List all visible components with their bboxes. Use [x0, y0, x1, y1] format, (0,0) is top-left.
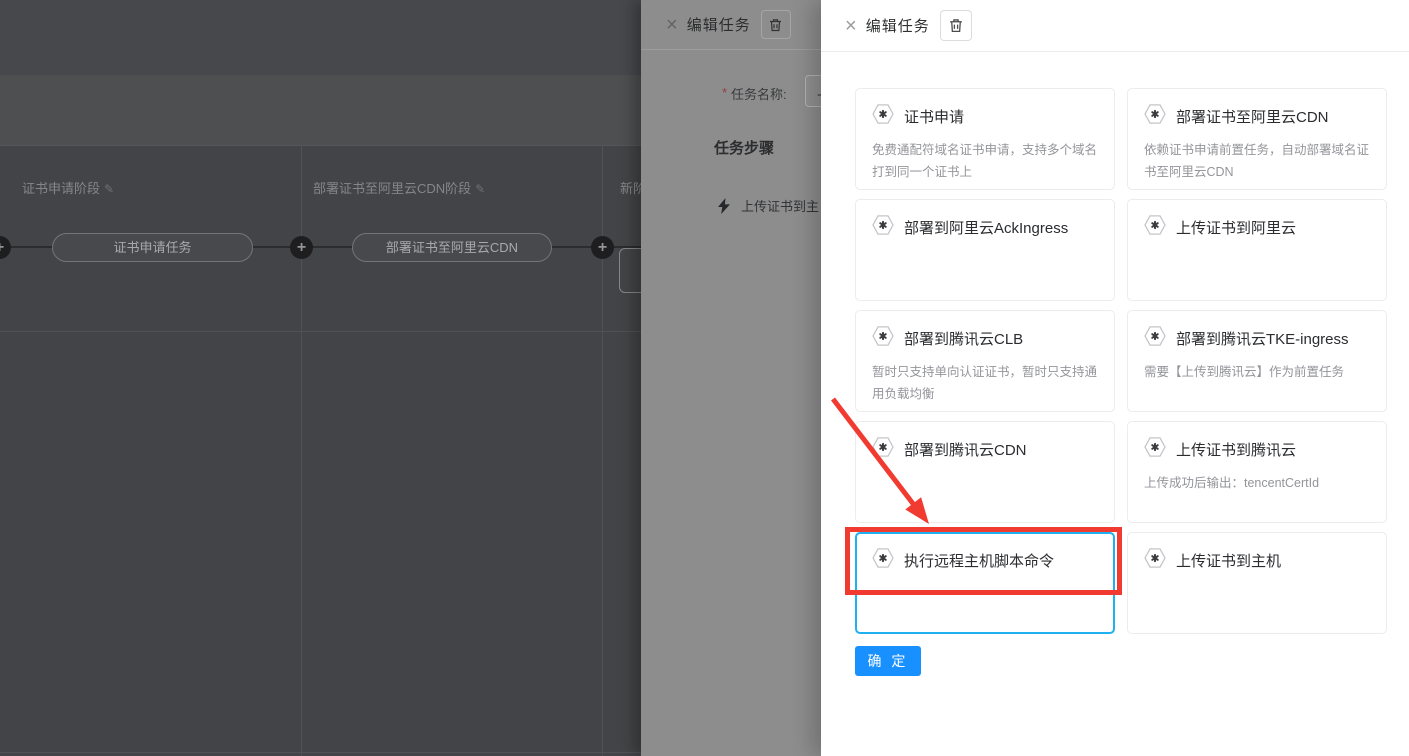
- edit-pencil-icon: ✎: [104, 182, 114, 196]
- task-hexagon-icon: [872, 326, 894, 351]
- task-card-title: 部署到腾讯云CDN: [904, 439, 1027, 460]
- task-hexagon-icon: [1144, 548, 1166, 573]
- task-card[interactable]: 部署到腾讯云CDN: [855, 421, 1115, 523]
- task-hexagon-icon: [872, 548, 894, 573]
- task-card-title: 上传证书到主机: [1176, 550, 1281, 571]
- task-card-head: 执行远程主机脚本命令: [872, 548, 1098, 573]
- task-hexagon-icon: [1144, 437, 1166, 462]
- add-stage-icon: +: [591, 236, 614, 259]
- screenshot-root: 证书申请阶段✎ 部署证书至阿里云CDN阶段✎ 新阶段 证书申请任务 部署证书至阿…: [0, 0, 1409, 756]
- task-card[interactable]: 部署到腾讯云CLB 暂时只支持单向认证证书，暂时只支持通用负载均衡: [855, 310, 1115, 412]
- task-card[interactable]: 证书申请免费通配符域名证书申请，支持多个域名打到同一个证书上: [855, 88, 1115, 190]
- task-card-grid: 证书申请免费通配符域名证书申请，支持多个域名打到同一个证书上部署证书至阿里云CD…: [855, 88, 1387, 634]
- task-card-desc: 上传成功后输出：tencentCertId: [1144, 473, 1370, 495]
- canvas-bottom-divider: [0, 752, 641, 753]
- task-hexagon-icon: [872, 104, 894, 129]
- pipeline-task-pill: 证书申请任务: [52, 233, 253, 262]
- task-card-title: 部署证书至阿里云CDN: [1176, 106, 1329, 127]
- close-icon[interactable]: ×: [666, 15, 678, 35]
- task-hexagon-icon: [1144, 215, 1166, 240]
- task-card-title: 部署到腾讯云CLB: [904, 328, 1023, 349]
- stage-title: 证书申请阶段✎: [22, 178, 114, 197]
- task-hexagon-icon: [872, 215, 894, 240]
- drawer-header: × 编辑任务: [641, 0, 821, 50]
- task-card-head: 证书申请: [872, 104, 1098, 129]
- pipeline-canvas: 证书申请阶段✎ 部署证书至阿里云CDN阶段✎ 新阶段 证书申请任务 部署证书至阿…: [0, 145, 641, 756]
- trash-icon: [949, 18, 963, 33]
- task-card-title: 上传证书到阿里云: [1176, 217, 1296, 238]
- task-card-head: 部署证书至阿里云CDN: [1144, 104, 1370, 129]
- stage-row-divider: [0, 331, 641, 332]
- task-card-head: 部署到腾讯云TKE-ingress: [1144, 326, 1370, 351]
- trash-icon: [769, 18, 782, 32]
- app-header-bar: [0, 0, 641, 75]
- task-card-head: 上传证书到主机: [1144, 548, 1370, 573]
- stage-title: 新阶段: [620, 178, 641, 197]
- task-card-desc: 依赖证书申请前置任务，自动部署域名证书至阿里云CDN: [1144, 140, 1370, 184]
- drawer-title: 编辑任务: [866, 15, 930, 36]
- task-card[interactable]: 上传证书到阿里云: [1127, 199, 1387, 301]
- task-card[interactable]: 执行远程主机脚本命令: [855, 532, 1115, 634]
- task-card-title: 证书申请: [904, 106, 964, 127]
- delete-task-button[interactable]: [761, 10, 791, 39]
- task-card-title: 部署到阿里云AckIngress: [904, 217, 1068, 238]
- task-hexagon-icon: [1144, 104, 1166, 129]
- add-stage-icon: +: [0, 236, 11, 259]
- task-step-item[interactable]: 上传证书到主: [718, 196, 821, 215]
- new-task-box-fragment: [619, 248, 641, 293]
- task-card[interactable]: 上传证书到主机: [1127, 532, 1387, 634]
- pipeline-editor-background: 证书申请阶段✎ 部署证书至阿里云CDN阶段✎ 新阶段 证书申请任务 部署证书至阿…: [0, 0, 641, 756]
- pipeline-task-pill: 部署证书至阿里云CDN: [352, 233, 552, 262]
- task-card[interactable]: 上传证书到腾讯云上传成功后输出：tencentCertId: [1127, 421, 1387, 523]
- confirm-button[interactable]: 确 定: [855, 646, 921, 676]
- drawer-header: × 编辑任务: [821, 0, 1409, 52]
- task-card-head: 部署到腾讯云CLB: [872, 326, 1098, 351]
- delete-task-button[interactable]: [940, 10, 972, 41]
- task-card[interactable]: 部署证书至阿里云CDN 依赖证书申请前置任务，自动部署域名证书至阿里云CDN: [1127, 88, 1387, 190]
- task-card[interactable]: 部署到阿里云AckIngress: [855, 199, 1115, 301]
- pipeline-toolbar: [0, 75, 641, 145]
- lightning-icon: [718, 198, 730, 214]
- close-icon[interactable]: ×: [845, 16, 857, 36]
- drawer-title: 编辑任务: [687, 14, 751, 35]
- edit-task-drawer-back: × 编辑任务 * 任务名称: 上 任务步骤 上传证书到主: [641, 0, 821, 756]
- task-card-desc: 免费通配符域名证书申请，支持多个域名打到同一个证书上: [872, 140, 1098, 184]
- add-stage-icon: +: [290, 236, 313, 259]
- task-step-label: 上传证书到主: [741, 196, 819, 215]
- task-card-head: 上传证书到阿里云: [1144, 215, 1370, 240]
- task-card-head: 部署到阿里云AckIngress: [872, 215, 1098, 240]
- task-steps-heading: 任务步骤: [714, 137, 774, 158]
- task-card-title: 上传证书到腾讯云: [1176, 439, 1296, 460]
- stage-title: 部署证书至阿里云CDN阶段✎: [313, 178, 485, 197]
- task-card-title: 部署到腾讯云TKE-ingress: [1176, 328, 1349, 349]
- task-name-label: 任务名称:: [731, 84, 787, 103]
- task-card-desc: 需要【上传到腾讯云】作为前置任务: [1144, 362, 1370, 384]
- task-hexagon-icon: [1144, 326, 1166, 351]
- task-card-head: 部署到腾讯云CDN: [872, 437, 1098, 462]
- edit-task-drawer-front: × 编辑任务 证书申请免费通配符域名证书申请，支持多个域名打到同一个证书上部署证…: [821, 0, 1409, 756]
- task-card-head: 上传证书到腾讯云: [1144, 437, 1370, 462]
- task-card[interactable]: 部署到腾讯云TKE-ingress 需要【上传到腾讯云】作为前置任务: [1127, 310, 1387, 412]
- task-card-title: 执行远程主机脚本命令: [904, 550, 1054, 571]
- required-asterisk: *: [722, 85, 727, 100]
- task-name-input[interactable]: 上: [805, 75, 821, 107]
- task-hexagon-icon: [872, 437, 894, 462]
- task-card-desc: 暂时只支持单向认证证书，暂时只支持通用负载均衡: [872, 362, 1098, 406]
- edit-pencil-icon: ✎: [475, 182, 485, 196]
